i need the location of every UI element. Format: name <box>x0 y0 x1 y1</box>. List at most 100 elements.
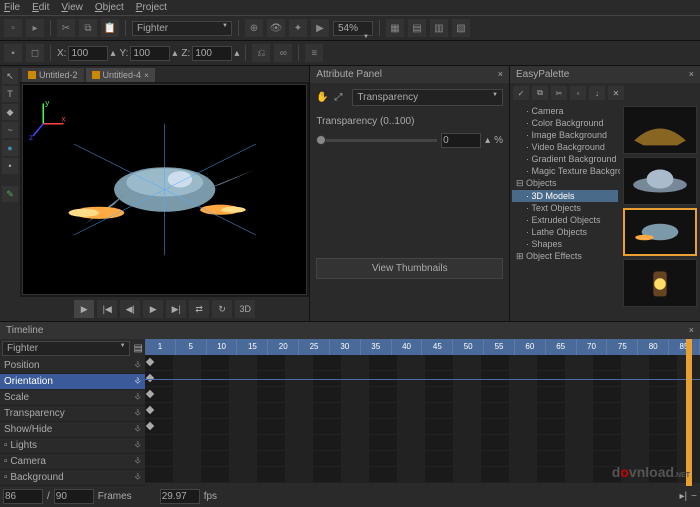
track-lights[interactable]: ▫ Lights⎀ <box>0 438 145 454</box>
close-icon[interactable]: × <box>689 325 694 336</box>
ruler-tick[interactable]: 70 <box>577 339 608 355</box>
thumb-ship[interactable] <box>623 106 697 154</box>
tree-item[interactable]: · Magic Texture Backgroun <box>512 165 618 177</box>
timeline-row[interactable] <box>145 371 700 387</box>
menu-edit[interactable]: Edit <box>32 2 49 13</box>
y-input[interactable] <box>130 46 170 61</box>
ruler-tick[interactable]: 55 <box>484 339 515 355</box>
path-icon[interactable]: ~ <box>2 122 18 138</box>
total-frames-input[interactable] <box>54 489 94 504</box>
track-orientation[interactable]: Orientation⎀ <box>0 374 145 390</box>
layout-icon[interactable]: ▦ <box>386 19 404 37</box>
sphere-icon[interactable]: ● <box>2 140 18 156</box>
current-frame-input[interactable] <box>3 489 43 504</box>
ruler-tick[interactable]: 60 <box>515 339 546 355</box>
menu-project[interactable]: Project <box>136 2 167 13</box>
timeline-row[interactable] <box>145 355 700 371</box>
layout4-icon[interactable]: ▧ <box>452 19 470 37</box>
tree-item[interactable]: · Extruded Objects <box>512 214 618 226</box>
ruler-tick[interactable]: 10 <box>207 339 238 355</box>
ruler-tick[interactable]: 40 <box>392 339 423 355</box>
tree-item[interactable]: ⊞ Object Effects <box>512 250 618 263</box>
tree-item[interactable]: · Lathe Objects <box>512 226 618 238</box>
tree-item[interactable]: · Image Background <box>512 129 618 141</box>
dot-icon[interactable]: • <box>2 158 18 174</box>
ruler-tick[interactable]: 20 <box>268 339 299 355</box>
ruler-tick[interactable]: 65 <box>546 339 577 355</box>
pointer-icon[interactable]: ↖ <box>2 68 18 84</box>
timeline-object-dropdown[interactable]: Fighter <box>2 341 130 356</box>
object-dropdown[interactable]: Fighter <box>132 21 232 36</box>
delete-icon[interactable]: ✕ <box>608 86 624 100</box>
spinner-icon[interactable]: ▴ <box>485 135 490 146</box>
end-icon[interactable]: ▸| <box>680 491 688 502</box>
close-icon[interactable]: × <box>689 69 694 80</box>
tree-item[interactable]: · Shapes <box>512 238 618 250</box>
tree-item[interactable]: · Camera <box>512 105 618 117</box>
spinner-icon[interactable]: ▴ <box>234 48 239 59</box>
attr-dropdown[interactable]: Transparency <box>352 89 503 106</box>
spinner-icon[interactable]: ▴ <box>172 48 177 59</box>
layout2-icon[interactable]: ▤ <box>408 19 426 37</box>
new-icon[interactable]: ▫ <box>4 19 22 37</box>
shape-icon[interactable]: ◆ <box>2 104 18 120</box>
ruler-tick[interactable]: 35 <box>361 339 392 355</box>
loop-icon[interactable]: ⇄ <box>189 300 209 318</box>
ruler-tick[interactable]: 85 <box>669 339 700 355</box>
tree-item[interactable]: · Text Objects <box>512 202 618 214</box>
copy-icon[interactable]: ⧉ <box>79 19 97 37</box>
ruler-tick[interactable]: 1 <box>145 339 176 355</box>
menu-object[interactable]: Object <box>95 2 124 13</box>
timeline-ruler[interactable]: 1510152025303540455055606570758085 <box>145 339 700 355</box>
track-position[interactable]: Position⎀ <box>0 358 145 374</box>
thumb-ufo[interactable] <box>623 157 697 205</box>
spinner-icon[interactable]: ▴ <box>110 48 115 59</box>
ruler-tick[interactable]: 15 <box>237 339 268 355</box>
track-show-hide[interactable]: Show/Hide⎀ <box>0 422 145 438</box>
cut-icon[interactable]: ✂ <box>551 86 567 100</box>
link-icon[interactable]: ∞ <box>274 44 292 62</box>
tab-untitled-4[interactable]: Untitled-4 × <box>86 68 155 82</box>
ruler-tick[interactable]: 80 <box>638 339 669 355</box>
open-icon[interactable]: ▸ <box>26 19 44 37</box>
render-icon[interactable]: ▶ <box>311 19 329 37</box>
select-icon[interactable]: ▪ <box>4 44 22 62</box>
thumb-fighter[interactable] <box>623 208 697 256</box>
align-icon[interactable]: ≡ <box>305 44 323 62</box>
transparency-input[interactable] <box>441 133 481 148</box>
paste-icon[interactable]: ▫ <box>570 86 586 100</box>
track-scale[interactable]: Scale⎀ <box>0 390 145 406</box>
cut-icon[interactable]: ✂ <box>57 19 75 37</box>
check-icon[interactable]: ✓ <box>513 86 529 100</box>
zoom-dropdown[interactable]: 54% <box>333 21 373 36</box>
timeline-row[interactable] <box>145 435 700 451</box>
x-input[interactable] <box>68 46 108 61</box>
ruler-tick[interactable]: 75 <box>607 339 638 355</box>
globe-icon[interactable]: ⊕ <box>245 19 263 37</box>
rotate-icon[interactable]: ↻ <box>212 300 232 318</box>
copy-icon[interactable]: ⧉ <box>532 86 548 100</box>
track-camera[interactable]: ▫ Camera⎀ <box>0 454 145 470</box>
viewport-3d[interactable]: y x z <box>22 84 307 295</box>
import-icon[interactable]: ↓ <box>589 86 605 100</box>
menu-file[interactable]: File <box>4 2 20 13</box>
timeline-row[interactable] <box>145 419 700 435</box>
transparency-slider[interactable] <box>316 139 437 142</box>
z-input[interactable] <box>192 46 232 61</box>
next-icon[interactable]: ▶| <box>166 300 186 318</box>
tree-item[interactable]: · Video Background <box>512 141 618 153</box>
wand-icon[interactable]: ✦ <box>289 19 307 37</box>
lock-icon[interactable]: ⎌ <box>252 44 270 62</box>
first-icon[interactable]: |◀ <box>97 300 117 318</box>
layout3-icon[interactable]: ▥ <box>430 19 448 37</box>
ruler-tick[interactable]: 50 <box>453 339 484 355</box>
close-icon[interactable]: × <box>498 69 503 80</box>
eye-icon[interactable]: 👁 <box>267 19 285 37</box>
fps-input[interactable] <box>160 489 200 504</box>
pan-icon[interactable]: ⤢ <box>334 92 348 103</box>
ruler-tick[interactable]: 45 <box>422 339 453 355</box>
mode-3d[interactable]: 3D <box>235 300 255 318</box>
timeline-row[interactable] <box>145 403 700 419</box>
tab-untitled-2[interactable]: Untitled-2 <box>22 68 84 82</box>
edit-icon[interactable]: ✎ <box>2 186 18 202</box>
